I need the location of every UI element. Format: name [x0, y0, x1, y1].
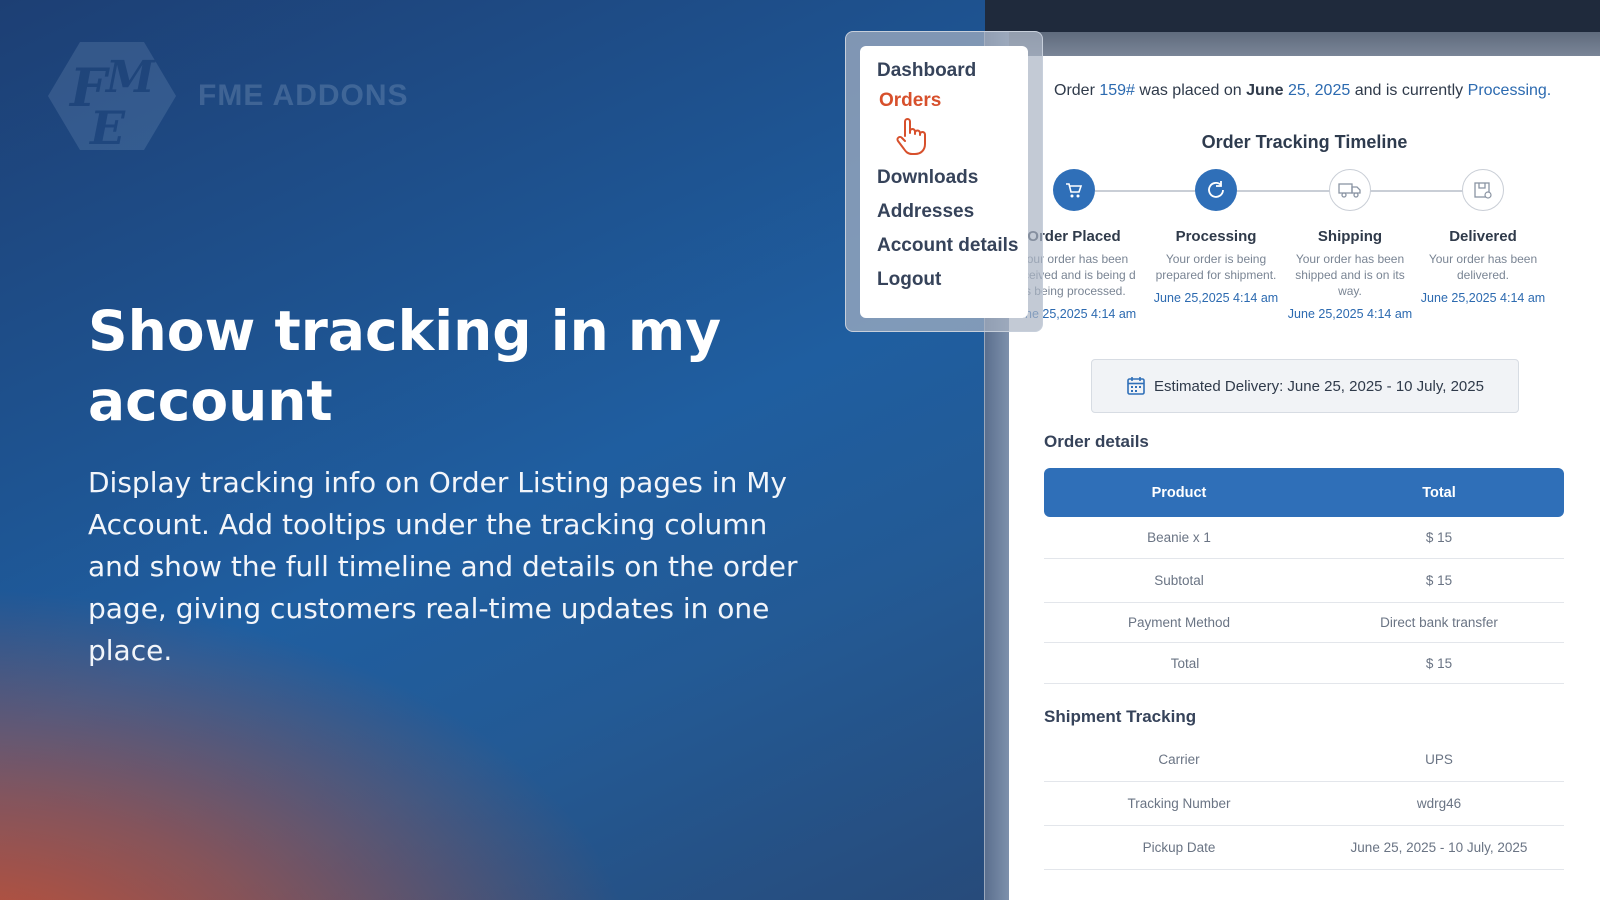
- timeline-step-shipping: Shipping Your order has been shipped and…: [1280, 169, 1420, 321]
- hero-description: Display tracking info on Order Listing p…: [88, 466, 798, 667]
- estimated-delivery-text: Estimated Delivery: June 25, 2025 - 10 J…: [1154, 377, 1484, 395]
- order-status: Processing: [1467, 82, 1547, 99]
- hero-title: Show tracking in my account: [88, 299, 722, 433]
- order-details-table: Product Total Beanie x 1 $ 15 Subtotal $…: [1044, 468, 1564, 684]
- timeline-step-delivered: Delivered Your order has been delivered.…: [1413, 169, 1553, 305]
- brand-logo: F M E FME ADDONS: [48, 40, 409, 152]
- table-row: Carrier UPS: [1044, 738, 1564, 782]
- order-details-title: Order details: [1044, 432, 1149, 451]
- top-bar: [985, 0, 1600, 32]
- table-header: Product Total: [1044, 468, 1564, 517]
- timeline-title: Order Tracking Timeline: [1201, 132, 1408, 152]
- svg-text:M: M: [104, 52, 156, 103]
- box-icon: [1462, 169, 1504, 211]
- order-panel: Order 159# was placed on June 25, 2025 a…: [1009, 56, 1600, 900]
- menu-item-downloads[interactable]: Downloads: [877, 167, 978, 189]
- timeline-step-processing: Processing Your order is being prepared …: [1146, 169, 1286, 305]
- table-row: Tracking Number wdrg46: [1044, 782, 1564, 826]
- menu-item-logout[interactable]: Logout: [877, 269, 941, 291]
- estimated-delivery: Estimated Delivery: June 25, 2025 - 10 J…: [1091, 359, 1519, 413]
- refresh-icon: [1195, 169, 1237, 211]
- shipment-tracking-title: Shipment Tracking: [1044, 707, 1197, 726]
- menu-item-addresses[interactable]: Addresses: [877, 201, 974, 223]
- svg-text:E: E: [88, 101, 126, 152]
- hand-cursor-icon: [896, 118, 926, 155]
- panel-header-strip: [1009, 32, 1600, 56]
- calendar-icon: [1127, 377, 1145, 395]
- shipment-tracking-table: Carrier UPS Tracking Number wdrg46 Picku…: [1044, 738, 1564, 870]
- table-row: Total $ 15: [1044, 643, 1564, 684]
- menu-item-orders[interactable]: Orders: [879, 90, 941, 112]
- order-summary: Order 159# was placed on June 25, 2025 a…: [1054, 82, 1552, 99]
- account-menu: Dashboard Orders Downloads Addresses Acc…: [860, 46, 1028, 318]
- table-row: Payment Method Direct bank transfer: [1044, 603, 1564, 643]
- menu-item-account-details[interactable]: Account details: [877, 235, 1018, 257]
- fme-logo-icon: F M E: [48, 42, 176, 152]
- table-row: Pickup Date June 25, 2025 - 10 July, 202…: [1044, 826, 1564, 870]
- menu-item-dashboard[interactable]: Dashboard: [877, 60, 976, 82]
- truck-icon: [1329, 169, 1371, 211]
- table-row: Subtotal $ 15: [1044, 559, 1564, 603]
- table-row: Beanie x 1 $ 15: [1044, 517, 1564, 559]
- cart-icon: [1053, 169, 1095, 211]
- order-number[interactable]: 159#: [1099, 82, 1135, 99]
- brand-name: FME ADDONS: [198, 79, 409, 112]
